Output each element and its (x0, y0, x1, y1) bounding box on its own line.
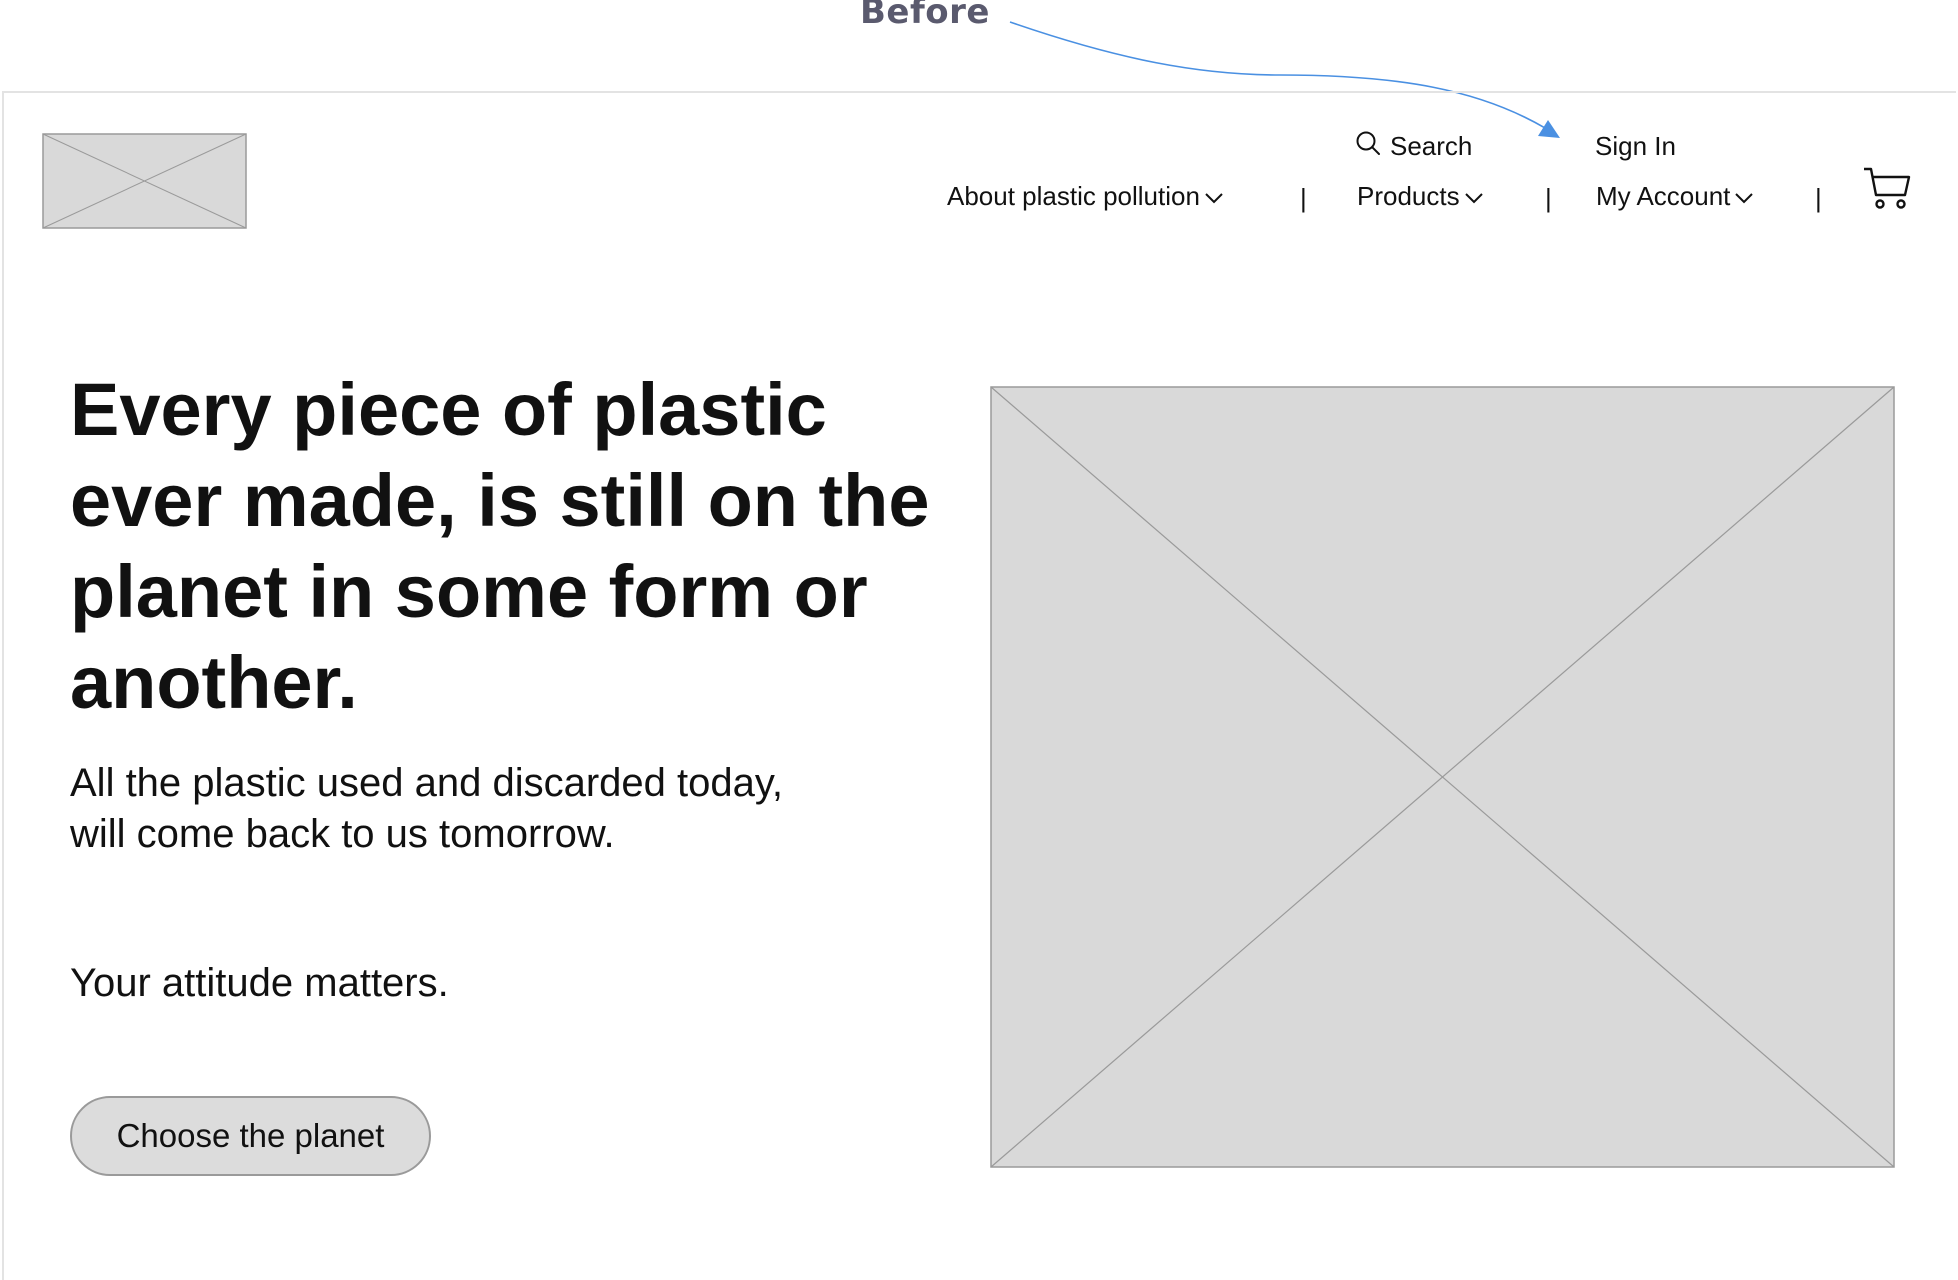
hero-attitude-text: Your attitude matters. (70, 961, 449, 1005)
chevron-down-icon (1204, 181, 1224, 212)
hero-headline: Every piece of plastic ever made, is sti… (70, 368, 930, 724)
annotation-label: Before (860, 0, 990, 32)
hero-subtext: All the plastic used and discarded today… (70, 761, 784, 856)
sign-in-link[interactable]: Sign In (1595, 131, 1676, 162)
nav-separator: | (1815, 183, 1822, 213)
page: Before Search Sign In About plastic poll… (0, 0, 1958, 1280)
nav-item-label: Products (1357, 181, 1460, 211)
hero-image-placeholder-icon (990, 386, 1895, 1168)
nav-item-products[interactable]: Products (1357, 181, 1484, 212)
chevron-down-icon (1464, 181, 1484, 212)
nav-item-label: About plastic pollution (947, 181, 1200, 211)
nav-item-my-account[interactable]: My Account (1596, 181, 1754, 212)
nav-item-label: My Account (1596, 181, 1731, 211)
nav-separator: | (1300, 183, 1307, 213)
choose-the-planet-button[interactable]: Choose the planet (70, 1096, 431, 1176)
cart-icon[interactable] (1862, 163, 1912, 213)
nav-item-about-plastic-pollution[interactable]: About plastic pollution (947, 181, 1224, 212)
nav-separator: | (1545, 183, 1552, 213)
search-label: Search (1390, 131, 1473, 161)
chevron-down-icon (1734, 181, 1754, 212)
search-icon (1355, 130, 1381, 163)
logo-placeholder-icon[interactable] (42, 133, 247, 229)
search-link[interactable]: Search (1355, 130, 1472, 163)
